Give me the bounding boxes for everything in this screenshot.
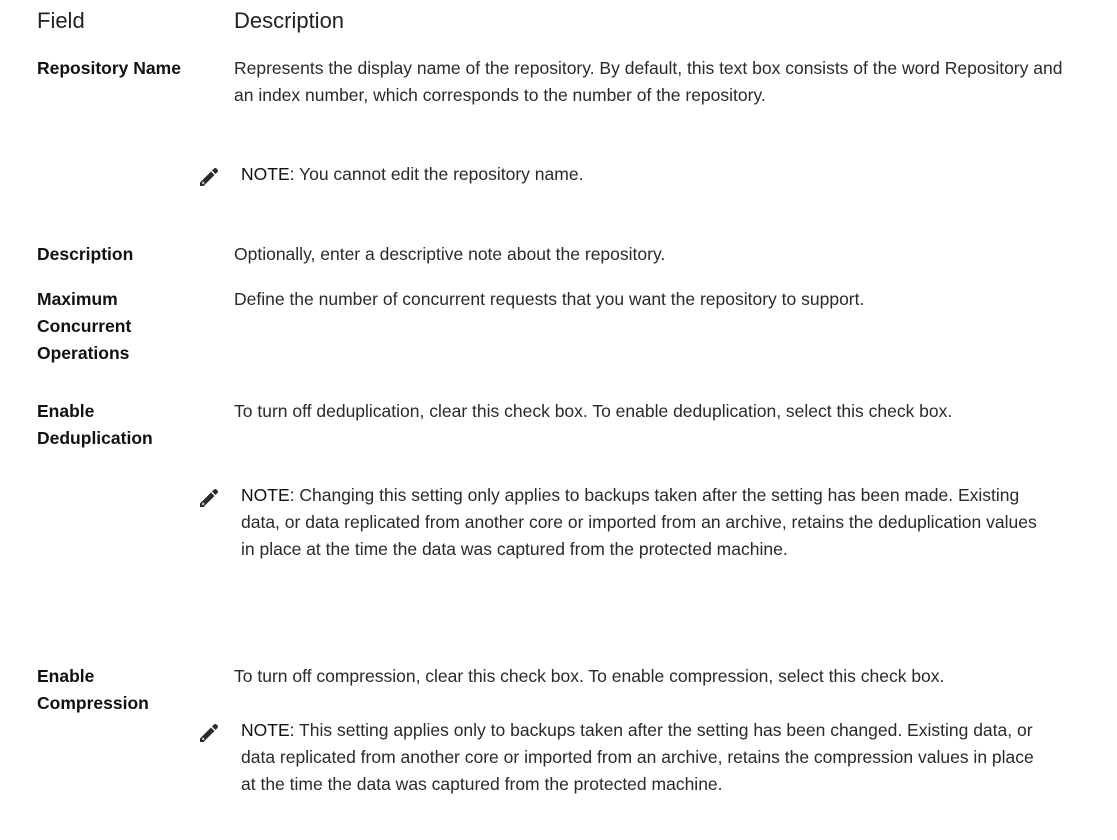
field-name-line: Enable — [37, 666, 95, 686]
field-name-line: Repository Name — [37, 58, 181, 78]
field-name: Description — [37, 241, 217, 268]
note-label: NOTE: — [241, 720, 295, 740]
note-body: Changing this setting only applies to ba… — [241, 485, 1037, 559]
field-name: Repository Name — [37, 55, 217, 82]
note-text: NOTE: This setting applies only to backu… — [241, 717, 1047, 798]
table-row-enable-deduplication: Enable Deduplication To turn off dedupli… — [37, 398, 1097, 458]
note-text: NOTE: You cannot edit the repository nam… — [241, 161, 1047, 188]
document-page: Field Description Repository Name Repres… — [0, 0, 1117, 840]
note-text: NOTE: Changing this setting only applies… — [241, 482, 1047, 563]
table-row-maximum-concurrent-operations: Maximum Concurrent Operations Define the… — [37, 286, 1097, 371]
field-description: Represents the display name of the repos… — [234, 58, 1063, 105]
description-column-header: Description — [234, 8, 345, 33]
note-body: You cannot edit the repository name. — [294, 164, 584, 184]
field-name-line: Deduplication — [37, 428, 153, 448]
field-description: Optionally, enter a descriptive note abo… — [234, 244, 666, 264]
pencil-note-icon — [200, 167, 219, 186]
field-description: Define the number of concurrent requests… — [234, 289, 865, 309]
note-label: NOTE: — [241, 485, 295, 505]
pencil-note-icon — [200, 723, 219, 742]
table-header: Field Description — [37, 6, 1097, 42]
note-enable-deduplication: NOTE: Changing this setting only applies… — [197, 482, 1047, 622]
field-description: To turn off compression, clear this chec… — [234, 666, 945, 686]
field-name-line: Concurrent — [37, 316, 132, 336]
field-name-line: Enable — [37, 401, 95, 421]
table-row-description: Description Optionally, enter a descript… — [37, 241, 1097, 271]
field-name: Maximum Concurrent Operations — [37, 286, 217, 367]
field-name-line: Maximum — [37, 289, 118, 309]
pencil-note-icon — [200, 488, 219, 507]
note-enable-compression: NOTE: This setting applies only to backu… — [197, 717, 1047, 837]
field-name-line: Description — [37, 244, 134, 264]
note-label: NOTE: — [241, 164, 295, 184]
field-name-line: Operations — [37, 343, 130, 363]
note-body: This setting applies only to backups tak… — [241, 720, 1034, 794]
note-repository-name: NOTE: You cannot edit the repository nam… — [197, 161, 1047, 201]
field-name: Enable Deduplication — [37, 398, 217, 452]
field-description: To turn off deduplication, clear this ch… — [234, 401, 953, 421]
field-column-header: Field — [37, 8, 85, 33]
field-name: Enable Compression — [37, 663, 217, 717]
field-name-line: Compression — [37, 693, 149, 713]
table-row-enable-compression: Enable Compression To turn off compressi… — [37, 663, 1097, 723]
